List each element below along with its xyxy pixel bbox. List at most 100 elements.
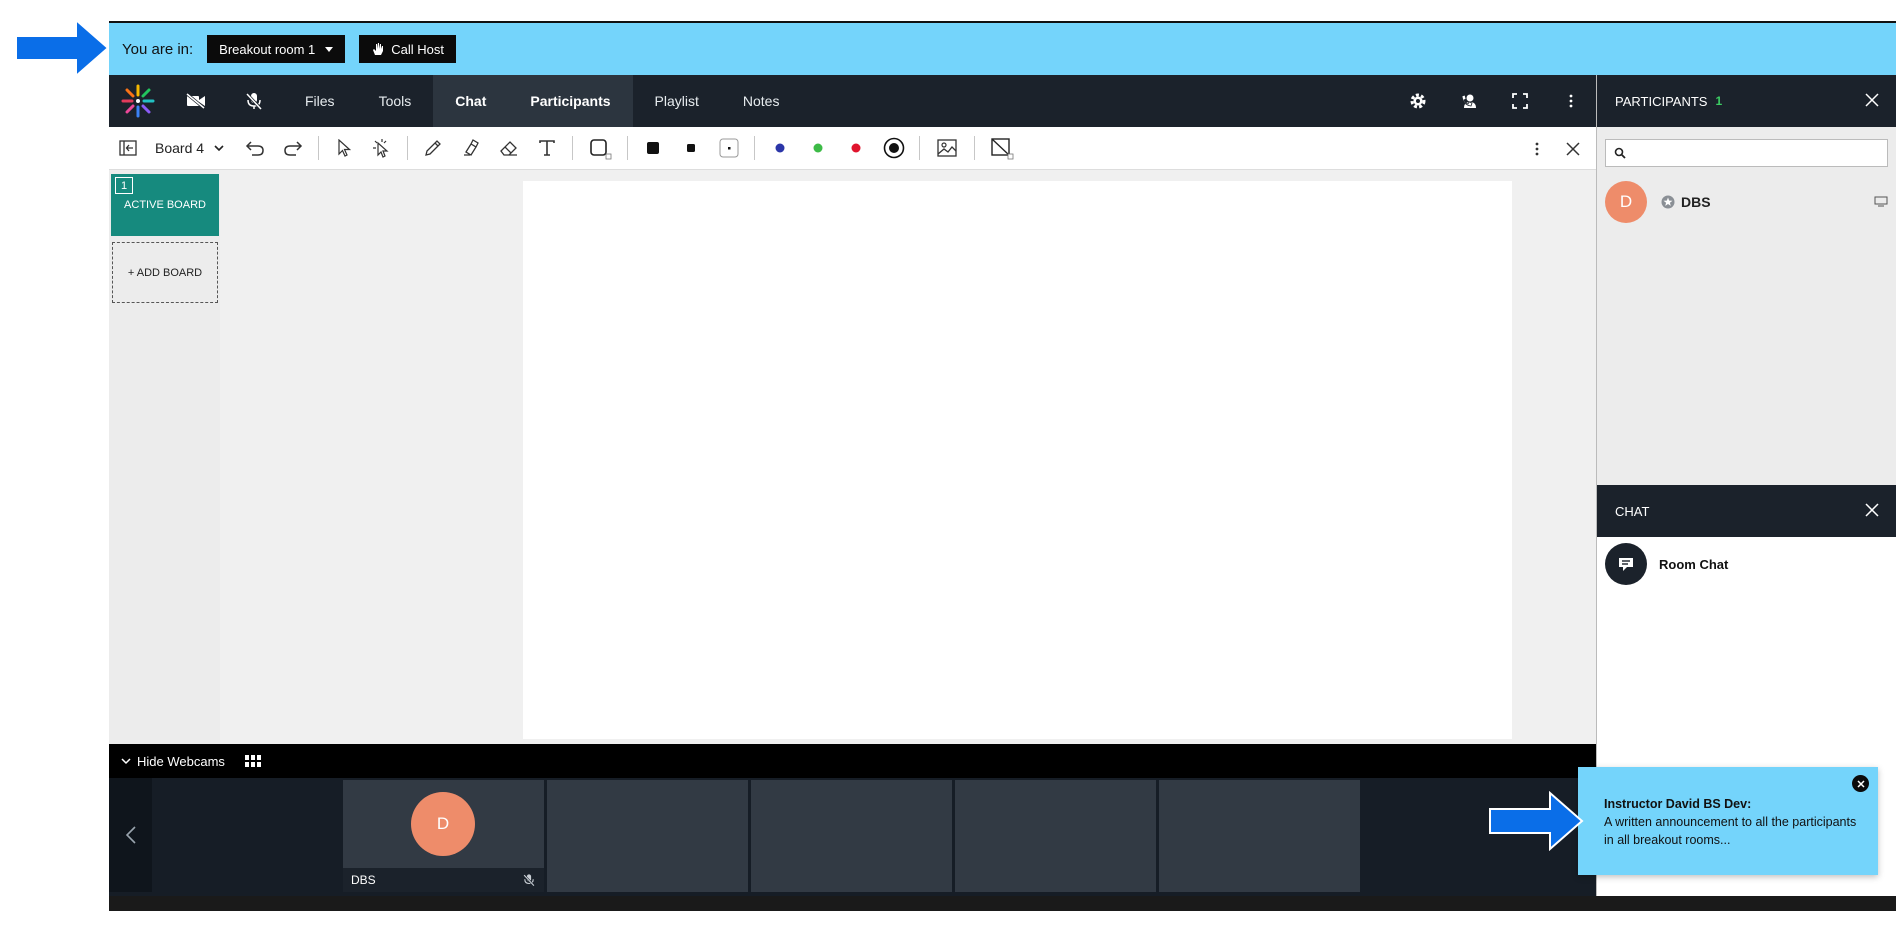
more-vertical-icon[interactable] xyxy=(1545,75,1596,127)
stroke-large-icon[interactable] xyxy=(634,127,672,170)
active-board-label: ACTIVE BOARD xyxy=(124,199,206,211)
tab-files-label: Files xyxy=(305,93,335,109)
webcam-tile-empty xyxy=(1159,780,1360,892)
close-icon[interactable] xyxy=(1558,127,1588,170)
tab-participants-label: Participants xyxy=(530,93,611,109)
hide-webcams-button[interactable]: Hide Webcams xyxy=(121,754,225,769)
tab-files[interactable]: Files xyxy=(283,75,357,127)
color-blue-icon[interactable] xyxy=(761,127,799,170)
toolbar-divider xyxy=(318,136,320,160)
board-name-label: Board 4 xyxy=(155,140,205,156)
tab-chat[interactable]: Chat xyxy=(433,75,509,127)
participants-title: PARTICIPANTS xyxy=(1615,93,1708,109)
stroke-medium-icon[interactable] xyxy=(672,127,710,170)
participant-initial: D xyxy=(1619,192,1633,211)
breakout-room-select[interactable]: Breakout room 1 xyxy=(207,35,346,63)
webcam-prev-button[interactable] xyxy=(109,778,152,892)
toolbar-divider xyxy=(627,136,629,160)
main-nav: Files Tools Chat Participants Playlist N… xyxy=(109,75,1596,127)
mic-off-icon xyxy=(522,873,536,887)
select-cursor-icon[interactable] xyxy=(325,127,363,170)
color-black-selected-icon[interactable] xyxy=(875,127,913,170)
whiteboard-toolbar: Board 4 xyxy=(109,127,1596,170)
more-vertical-icon[interactable] xyxy=(1522,127,1552,170)
whiteboard-area: + − xyxy=(220,170,1685,744)
color-red-icon[interactable] xyxy=(837,127,875,170)
avatar-initial: D xyxy=(436,814,450,833)
window-bottom-edge xyxy=(109,896,1896,911)
webcam-tile-empty xyxy=(751,780,952,892)
banner-label: You are in: xyxy=(122,40,194,58)
toolbar-divider xyxy=(407,136,409,160)
undo-icon[interactable] xyxy=(236,127,274,170)
call-host-label: Call Host xyxy=(391,41,445,57)
insert-image-icon[interactable] xyxy=(926,127,968,170)
tab-notes[interactable]: Notes xyxy=(721,75,802,127)
color-green-icon[interactable] xyxy=(799,127,837,170)
tab-playlist-label: Playlist xyxy=(654,93,699,109)
chat-header: CHAT xyxy=(1597,485,1896,537)
toast-title: Instructor David BS Dev: xyxy=(1604,797,1752,811)
camera-off-icon[interactable] xyxy=(167,75,225,127)
raise-hand-icon xyxy=(371,42,385,56)
whiteboard-canvas[interactable] xyxy=(523,181,1512,739)
add-board-button[interactable]: + ADD BOARD xyxy=(112,242,218,303)
close-icon[interactable] xyxy=(1852,775,1869,792)
fullscreen-icon[interactable] xyxy=(1494,75,1545,127)
chevron-down-icon xyxy=(121,757,131,765)
background-pattern-icon[interactable] xyxy=(981,127,1023,170)
webcam-tile-dbs[interactable]: D DBS xyxy=(343,780,544,892)
room-chat-item[interactable]: Room Chat xyxy=(1605,543,1728,585)
avatar: D xyxy=(1605,181,1647,223)
text-tool-icon[interactable] xyxy=(528,127,566,170)
participant-row[interactable]: D DBS xyxy=(1605,180,1888,224)
webcam-tile-empty xyxy=(955,780,1156,892)
participants-header: PARTICIPANTS 1 xyxy=(1597,75,1896,127)
room-chat-label: Room Chat xyxy=(1659,556,1729,572)
announcement-toast[interactable]: Instructor David BS Dev: A written annou… xyxy=(1578,767,1878,875)
presenter-star-icon xyxy=(1661,195,1675,209)
close-icon[interactable] xyxy=(1865,93,1879,107)
participant-name: DBS xyxy=(1681,194,1711,210)
tab-tools[interactable]: Tools xyxy=(357,75,434,127)
avatar: D xyxy=(411,792,475,856)
annotation-arrow-bottom xyxy=(1488,791,1584,851)
search-input[interactable] xyxy=(1632,141,1872,165)
collapse-boards-icon[interactable] xyxy=(109,127,147,170)
shape-rectangle-icon[interactable] xyxy=(579,127,621,170)
room-select-label: Breakout room 1 xyxy=(219,41,316,57)
board-select[interactable]: Board 4 xyxy=(147,127,236,170)
grid-view-icon[interactable] xyxy=(244,755,261,767)
logo-icon[interactable] xyxy=(109,75,167,127)
webcam-tile-empty xyxy=(547,780,748,892)
chat-bubble-icon xyxy=(1605,543,1647,585)
tab-participants[interactable]: Participants xyxy=(508,75,633,127)
chevron-left-icon xyxy=(125,826,136,844)
mic-off-icon[interactable] xyxy=(225,75,283,127)
eraser-icon[interactable] xyxy=(490,127,528,170)
active-board-thumbnail[interactable]: 1 ACTIVE BOARD xyxy=(111,174,219,236)
webcam-strip: D DBS xyxy=(109,778,1596,911)
tab-chat-label: Chat xyxy=(455,93,487,109)
tab-notes-label: Notes xyxy=(742,93,780,109)
board-number: 1 xyxy=(115,177,133,194)
toolbar-divider xyxy=(974,136,976,160)
hide-webcams-label: Hide Webcams xyxy=(137,753,225,769)
stroke-small-icon[interactable] xyxy=(710,127,748,170)
toast-message: A written announcement to all the partic… xyxy=(1604,815,1857,847)
webcam-tile-footer: DBS xyxy=(343,868,544,892)
screen-icon[interactable] xyxy=(1874,196,1888,207)
pencil-icon[interactable] xyxy=(414,127,452,170)
call-host-button[interactable]: Call Host xyxy=(359,35,457,63)
highlighter-icon[interactable] xyxy=(452,127,490,170)
participant-search[interactable] xyxy=(1605,139,1888,167)
annotation-arrow-top xyxy=(14,18,110,78)
toolbar-divider xyxy=(572,136,574,160)
magic-select-icon[interactable] xyxy=(363,127,401,170)
tab-playlist[interactable]: Playlist xyxy=(633,75,721,127)
gear-icon[interactable] xyxy=(1392,75,1443,127)
close-icon[interactable] xyxy=(1865,503,1879,517)
redo-icon[interactable] xyxy=(274,127,312,170)
toolbar-divider xyxy=(754,136,756,160)
support-agent-icon[interactable] xyxy=(1443,75,1494,127)
